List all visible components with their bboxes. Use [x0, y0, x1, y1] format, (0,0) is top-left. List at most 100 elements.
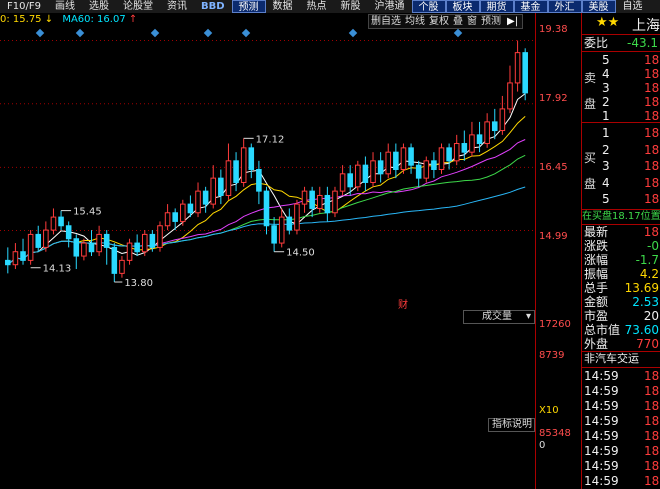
candle-down	[248, 147, 255, 170]
candle-down	[256, 168, 262, 192]
menu-item[interactable]: 美股	[581, 0, 616, 13]
sell-level-row-value: 18	[644, 67, 660, 81]
candle-down	[88, 242, 95, 253]
quote-stat-value: 73.60	[624, 323, 659, 337]
candle-down	[461, 143, 468, 153]
weibi-label: 委比	[584, 36, 609, 50]
quote-title: ★★ 上海	[582, 13, 660, 35]
menu-item[interactable]: 预测	[231, 0, 266, 13]
quote-stat-row: 外盘 770	[582, 337, 660, 351]
sell-level-row-label: 1	[602, 109, 610, 123]
buy-level-row-value: 18	[644, 142, 660, 157]
sell-side-label: 盘	[584, 97, 597, 111]
candle-down	[324, 194, 331, 214]
menu-item[interactable]: 基金	[513, 0, 548, 13]
weibi-value: -43.1	[627, 36, 659, 50]
menu-item[interactable]: 自选	[616, 0, 650, 13]
candle-down	[111, 246, 118, 274]
menu-item[interactable]: 资讯	[160, 0, 194, 13]
candle-up	[27, 233, 34, 261]
menu-item[interactable]: 外汇	[547, 0, 582, 13]
buy-level-row: 5 18	[582, 192, 660, 206]
candle-down	[446, 147, 452, 162]
candle-up	[370, 160, 376, 183]
quote-stat-row: 振幅 4.2	[582, 267, 660, 281]
tick-price: 18	[644, 474, 660, 488]
buy-level-row-value: 18	[644, 126, 660, 140]
favorite-stars-icon[interactable]: ★★	[596, 15, 619, 30]
quote-stat-value: 4.2	[639, 267, 659, 281]
menu-item[interactable]: 数据	[266, 0, 300, 13]
sell-level-row-value: 18	[644, 109, 660, 123]
quote-stat-label: 外盘	[584, 337, 609, 351]
buy-side-label: 盘	[584, 177, 597, 191]
menu-item[interactable]: 论股堂	[116, 0, 160, 13]
quote-stat-label: 振幅	[584, 267, 609, 281]
quote-stat-value: -0	[647, 239, 659, 253]
menu-item[interactable]: 期货	[479, 0, 514, 13]
quote-stat-row: 市盈 20	[582, 309, 660, 323]
candle-down	[233, 160, 239, 183]
quote-stat-value: 770	[636, 337, 659, 351]
quote-stat-label: 总手	[584, 281, 609, 295]
menu-item[interactable]: 个股	[411, 0, 446, 13]
annotation-mid-low: 14.50	[286, 248, 315, 259]
financial-report-marker[interactable]: 财	[398, 296, 408, 311]
chevron-down-icon: ▾	[525, 311, 531, 322]
tick-row: 14:59 18	[582, 414, 660, 428]
tick-price: 18	[644, 414, 660, 428]
volume-panel-selector[interactable]: 成交量 ▾	[463, 310, 535, 324]
candle-up	[301, 190, 308, 205]
menu-item[interactable]: 热点	[300, 0, 334, 13]
sell-level-row-label: 2	[602, 95, 610, 109]
quote-stat-value: 2.53	[632, 295, 659, 309]
menu-item[interactable]: 板块	[445, 0, 480, 13]
price-tick: 19.38	[539, 24, 568, 35]
candle-up	[316, 194, 323, 209]
candle-down	[347, 173, 353, 188]
candle-down	[187, 203, 194, 214]
candle-up	[355, 164, 361, 188]
candle-down	[149, 233, 156, 248]
menu-item[interactable]: 画线	[48, 0, 82, 13]
quote-stat-row: 总手 13.69	[582, 281, 660, 295]
quote-stat-label: 金额	[584, 295, 609, 309]
menu-item[interactable]: BBD	[194, 0, 232, 13]
candle-down	[286, 216, 293, 231]
tick-row: 14:59 18	[582, 399, 660, 413]
candle-up	[195, 190, 201, 214]
candlestick-chart[interactable]: 17.12 15.45 14.50 14.13 13.80	[0, 13, 535, 308]
candle-down	[415, 164, 422, 179]
volume-tick: 8739	[539, 350, 565, 361]
candle-up	[119, 259, 125, 274]
sell-level-row-label: 4	[602, 67, 610, 81]
ma5-line	[7, 93, 526, 266]
ticker-title: 非汽车交运	[584, 352, 639, 365]
candle-down	[20, 251, 26, 261]
candle-up	[507, 82, 513, 110]
candle-up	[126, 242, 133, 261]
menu-item[interactable]: 沪港通	[368, 0, 412, 13]
candle-up	[50, 216, 57, 231]
tick-time: 14:59	[584, 384, 619, 398]
candle-up	[157, 225, 163, 248]
candle-up	[514, 52, 521, 84]
buy-level-row-label: 3	[602, 159, 610, 173]
volume-tick: 17260	[539, 319, 571, 330]
candle-down	[35, 233, 42, 248]
buy-level-row-label: 4	[602, 175, 610, 190]
annotation-mid-high: 15.45	[73, 207, 102, 218]
buy-side-label: 买	[584, 151, 597, 165]
candle-down	[377, 160, 384, 175]
volume-panel-label: 成交量	[482, 311, 512, 322]
menu-item[interactable]: 选股	[82, 0, 116, 13]
candle-up	[141, 233, 148, 253]
indicator-help-button[interactable]: 指标说明	[488, 418, 535, 432]
menu-item[interactable]: 新股	[334, 0, 368, 13]
tick-time: 14:59	[584, 459, 619, 473]
menu-item[interactable]: F10/F9	[0, 0, 48, 13]
indicator-help-label: 指标说明	[492, 419, 532, 430]
sell-level-row: 5 18	[582, 53, 660, 67]
tick-row: 14:59 18	[582, 474, 660, 488]
buy-level-row-label: 5	[602, 192, 610, 206]
